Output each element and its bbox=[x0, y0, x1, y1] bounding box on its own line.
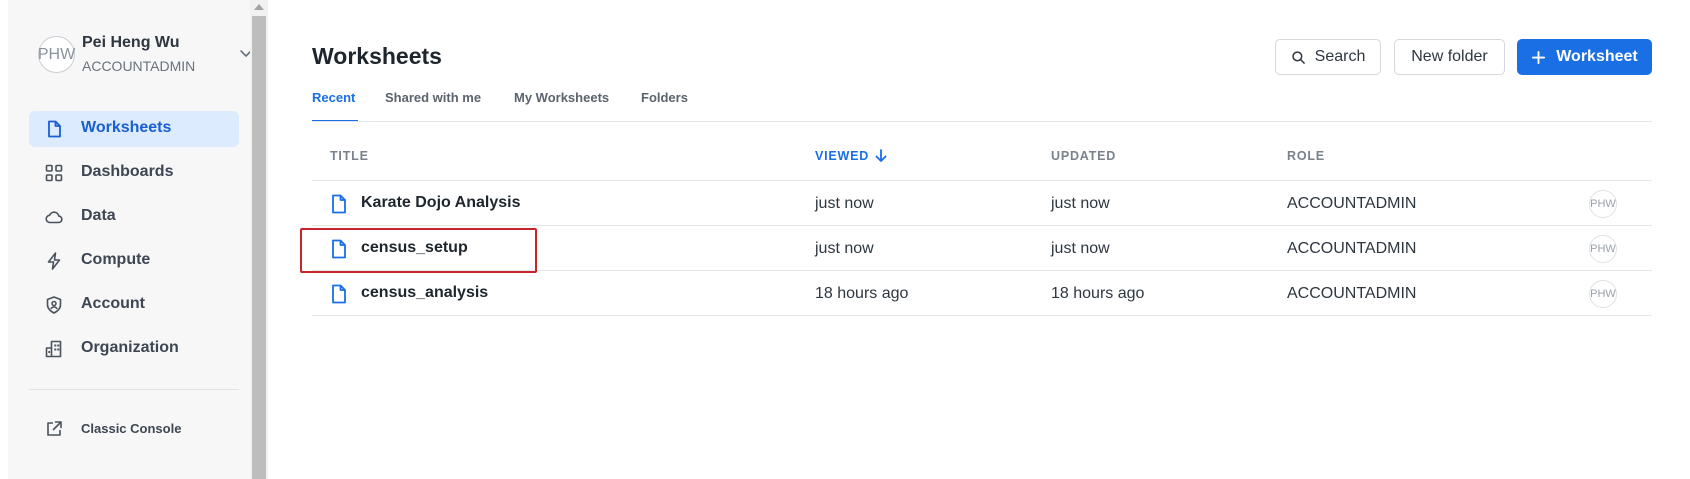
sidebar-item-dashboards[interactable]: Dashboards bbox=[29, 155, 239, 191]
avatar: PHW bbox=[38, 36, 75, 73]
tab-recent[interactable]: Recent bbox=[312, 90, 355, 105]
grid-icon bbox=[45, 164, 63, 182]
sidebar-item-label: Account bbox=[81, 295, 145, 312]
sidebar-scrollbar[interactable] bbox=[250, 0, 268, 479]
updated-cell: just now bbox=[1051, 195, 1110, 212]
sidebar: PHW Pei Heng Wu ACCOUNTADMIN Worksheets … bbox=[8, 0, 252, 479]
sidebar-item-data[interactable]: Data bbox=[29, 199, 239, 235]
cloud-icon bbox=[45, 211, 63, 224]
column-header-role[interactable]: ROLE bbox=[1287, 149, 1325, 163]
role-cell: ACCOUNTADMIN bbox=[1287, 240, 1417, 257]
tab-folders[interactable]: Folders bbox=[641, 90, 688, 105]
plus-icon bbox=[1532, 50, 1546, 64]
viewed-cell: just now bbox=[815, 195, 874, 212]
new-worksheet-button-label: Worksheet bbox=[1556, 48, 1638, 65]
viewed-cell: 18 hours ago bbox=[815, 285, 909, 302]
role-cell: ACCOUNTADMIN bbox=[1287, 285, 1417, 302]
updated-cell: 18 hours ago bbox=[1051, 285, 1145, 302]
new-folder-button-label: New folder bbox=[1411, 48, 1488, 65]
new-worksheet-button[interactable]: Worksheet bbox=[1517, 39, 1652, 75]
sidebar-item-label: Worksheets bbox=[81, 119, 172, 136]
updated-cell: just now bbox=[1051, 240, 1110, 257]
table-row[interactable]: Karate Dojo Analysis just now just now A… bbox=[312, 181, 1652, 226]
sidebar-item-account[interactable]: Account bbox=[29, 287, 239, 323]
sidebar-item-compute[interactable]: Compute bbox=[29, 243, 239, 279]
page-title: Worksheets bbox=[312, 43, 442, 69]
owner-avatar: PHW bbox=[1589, 280, 1617, 308]
shield-user-icon bbox=[46, 296, 62, 314]
owner-avatar: PHW bbox=[1589, 190, 1617, 218]
sidebar-item-label: Organization bbox=[81, 339, 179, 356]
worksheet-title[interactable]: Karate Dojo Analysis bbox=[361, 194, 520, 212]
column-header-updated[interactable]: UPDATED bbox=[1051, 149, 1116, 163]
scrollbar-thumb[interactable] bbox=[252, 16, 266, 479]
file-icon bbox=[332, 284, 346, 304]
search-icon bbox=[1291, 50, 1305, 64]
column-header-viewed[interactable]: VIEWED bbox=[815, 149, 887, 163]
role-cell: ACCOUNTADMIN bbox=[1287, 195, 1417, 212]
new-folder-button[interactable]: New folder bbox=[1394, 39, 1505, 75]
highlight-box bbox=[300, 228, 537, 273]
classic-console-label: Classic Console bbox=[81, 421, 182, 436]
viewed-cell: just now bbox=[815, 240, 874, 257]
sort-descending-icon bbox=[875, 149, 887, 162]
building-icon bbox=[45, 340, 62, 358]
sidebar-nav: Worksheets Dashboards Data Compute Accou… bbox=[29, 111, 239, 375]
sidebar-item-label: Dashboards bbox=[81, 163, 174, 180]
worksheet-title[interactable]: census_analysis bbox=[361, 284, 488, 302]
search-button[interactable]: Search bbox=[1275, 39, 1381, 75]
owner-avatar: PHW bbox=[1589, 235, 1617, 263]
file-icon bbox=[332, 194, 346, 214]
sidebar-divider bbox=[29, 389, 239, 390]
user-role: ACCOUNTADMIN bbox=[82, 58, 196, 74]
sidebar-item-organization[interactable]: Organization bbox=[29, 331, 239, 367]
scroll-up-arrow-icon[interactable] bbox=[254, 4, 264, 10]
tab-my-worksheets[interactable]: My Worksheets bbox=[514, 90, 609, 105]
classic-console-link[interactable]: Classic Console bbox=[29, 415, 239, 445]
column-header-title[interactable]: TITLE bbox=[330, 149, 369, 163]
user-name: Pei Heng Wu bbox=[82, 34, 180, 51]
tabs-divider bbox=[312, 121, 1652, 122]
sidebar-item-label: Data bbox=[81, 207, 116, 224]
sidebar-item-label: Compute bbox=[81, 251, 151, 268]
search-button-label: Search bbox=[1314, 48, 1366, 65]
tab-shared-with-me[interactable]: Shared with me bbox=[385, 90, 481, 105]
column-header-viewed-label: VIEWED bbox=[815, 149, 870, 163]
sidebar-item-worksheets[interactable]: Worksheets bbox=[29, 111, 239, 147]
table-row[interactable]: census_analysis 18 hours ago 18 hours ag… bbox=[312, 271, 1652, 316]
user-menu[interactable]: PHW Pei Heng Wu ACCOUNTADMIN bbox=[28, 33, 252, 81]
file-icon bbox=[48, 120, 61, 138]
lightning-icon bbox=[47, 252, 61, 270]
external-link-icon bbox=[47, 421, 62, 436]
